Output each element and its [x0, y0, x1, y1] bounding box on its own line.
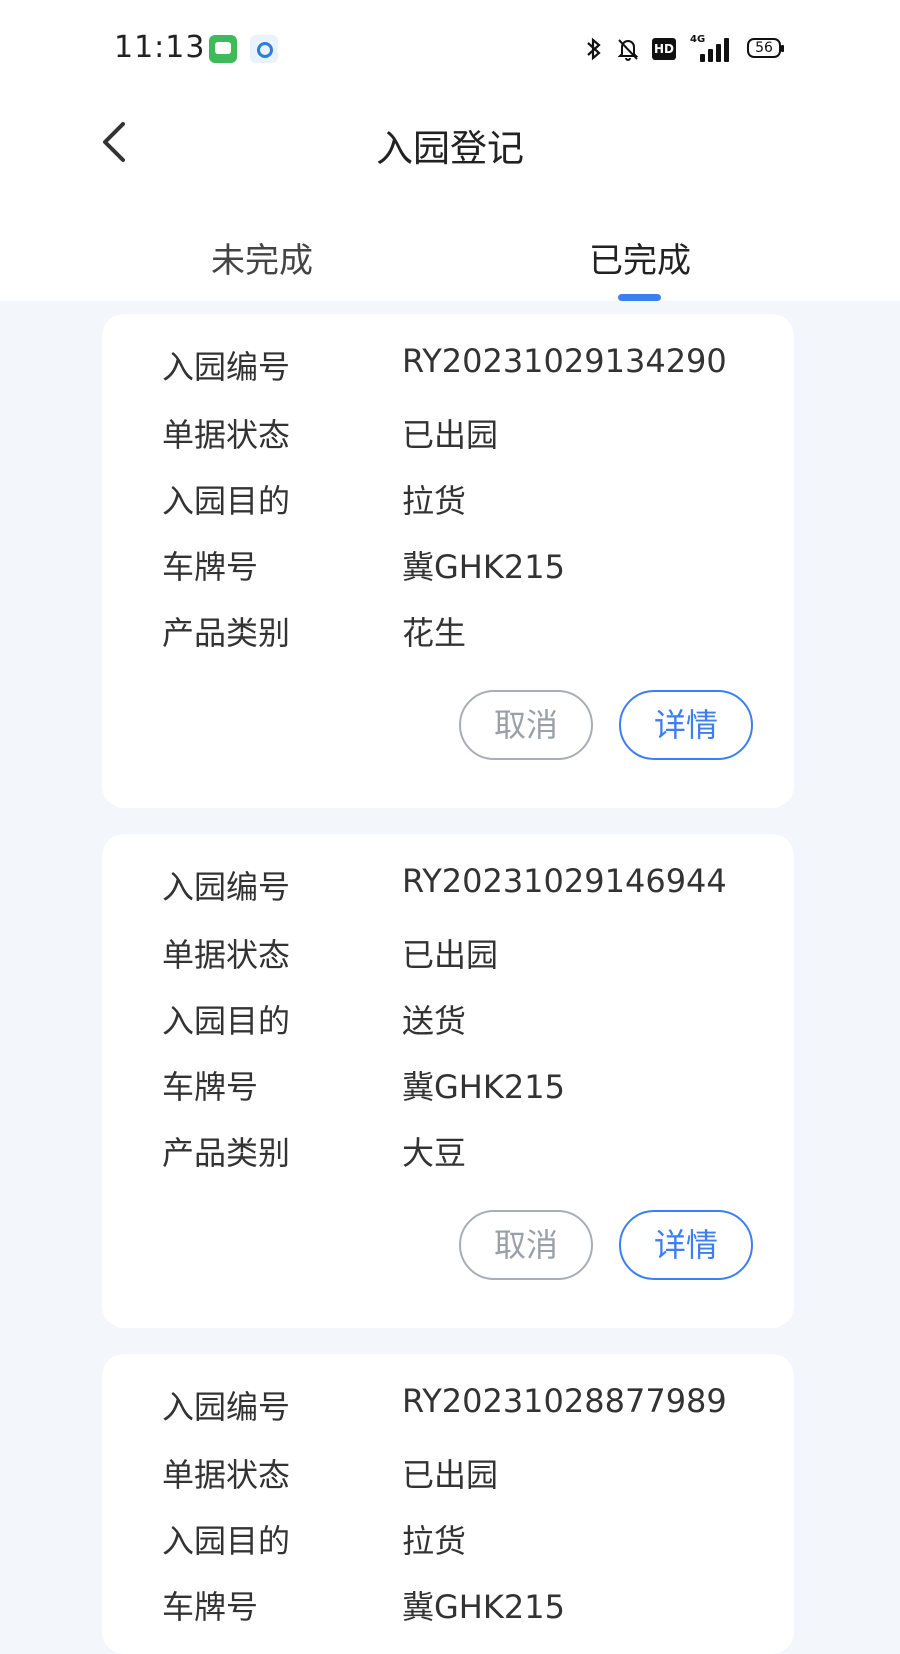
- plate-number-value: 冀GHK215: [402, 1068, 565, 1106]
- field-label: 入园目的: [162, 482, 291, 520]
- network-type: 4G: [690, 34, 706, 45]
- qq-app-icon: [250, 35, 278, 63]
- field-label: 入园编号: [162, 1388, 291, 1426]
- tab-incomplete[interactable]: 未完成: [162, 233, 362, 282]
- record-card[interactable]: 入园编号 RY20231029134290 单据状态 已出园 入园目的 拉货 车牌号 冀…: [102, 314, 794, 808]
- status-value: 已出园: [402, 936, 499, 974]
- bluetooth-icon: [584, 36, 604, 62]
- plate-number-value: 冀GHK215: [402, 548, 565, 586]
- field-label: 入园编号: [162, 348, 291, 386]
- status-bar: 11:13 HD 4G 56: [0, 0, 900, 100]
- status-time: 11:13: [114, 30, 206, 65]
- hd-icon: HD: [652, 38, 676, 60]
- field-label: 入园编号: [162, 868, 291, 906]
- product-category-value: 花生: [402, 614, 467, 652]
- plate-number-value: 冀GHK215: [402, 1588, 565, 1626]
- field-label: 车牌号: [162, 1588, 259, 1626]
- field-label: 单据状态: [162, 936, 291, 974]
- entry-number-value: RY20231029134290: [402, 342, 727, 380]
- field-label: 入园目的: [162, 1002, 291, 1040]
- page-title: 入园登记: [376, 127, 524, 170]
- detail-button[interactable]: 详情: [619, 1210, 753, 1280]
- entry-number-value: RY20231028877989: [402, 1382, 727, 1420]
- battery-icon: 56: [747, 38, 784, 58]
- tab-completed[interactable]: 已完成: [540, 233, 740, 282]
- bell-off-icon: [616, 36, 640, 62]
- field-label: 单据状态: [162, 1456, 291, 1494]
- status-value: 已出园: [402, 416, 499, 454]
- cancel-button[interactable]: 取消: [459, 1210, 593, 1280]
- purpose-value: 拉货: [402, 1522, 467, 1560]
- field-label: 车牌号: [162, 548, 259, 586]
- active-tab-indicator: [618, 294, 661, 301]
- field-label: 产品类别: [162, 1134, 291, 1172]
- field-label: 车牌号: [162, 1068, 259, 1106]
- field-label: 产品类别: [162, 614, 291, 652]
- status-value: 已出园: [402, 1456, 499, 1494]
- product-category-value: 大豆: [402, 1134, 467, 1172]
- detail-button[interactable]: 详情: [619, 690, 753, 760]
- record-card[interactable]: 入园编号 RY20231028877989 单据状态 已出园 入园目的 拉货 车牌号 冀…: [102, 1354, 794, 1654]
- entry-number-value: RY20231029146944: [402, 862, 727, 900]
- field-label: 单据状态: [162, 416, 291, 454]
- messages-app-icon: [209, 35, 237, 63]
- record-card[interactable]: 入园编号 RY20231029146944 单据状态 已出园 入园目的 送货 车牌号 冀…: [102, 834, 794, 1328]
- purpose-value: 拉货: [402, 482, 467, 520]
- purpose-value: 送货: [402, 1002, 467, 1040]
- field-label: 入园目的: [162, 1522, 291, 1560]
- signal-icon: 4G: [690, 34, 734, 62]
- cancel-button[interactable]: 取消: [459, 690, 593, 760]
